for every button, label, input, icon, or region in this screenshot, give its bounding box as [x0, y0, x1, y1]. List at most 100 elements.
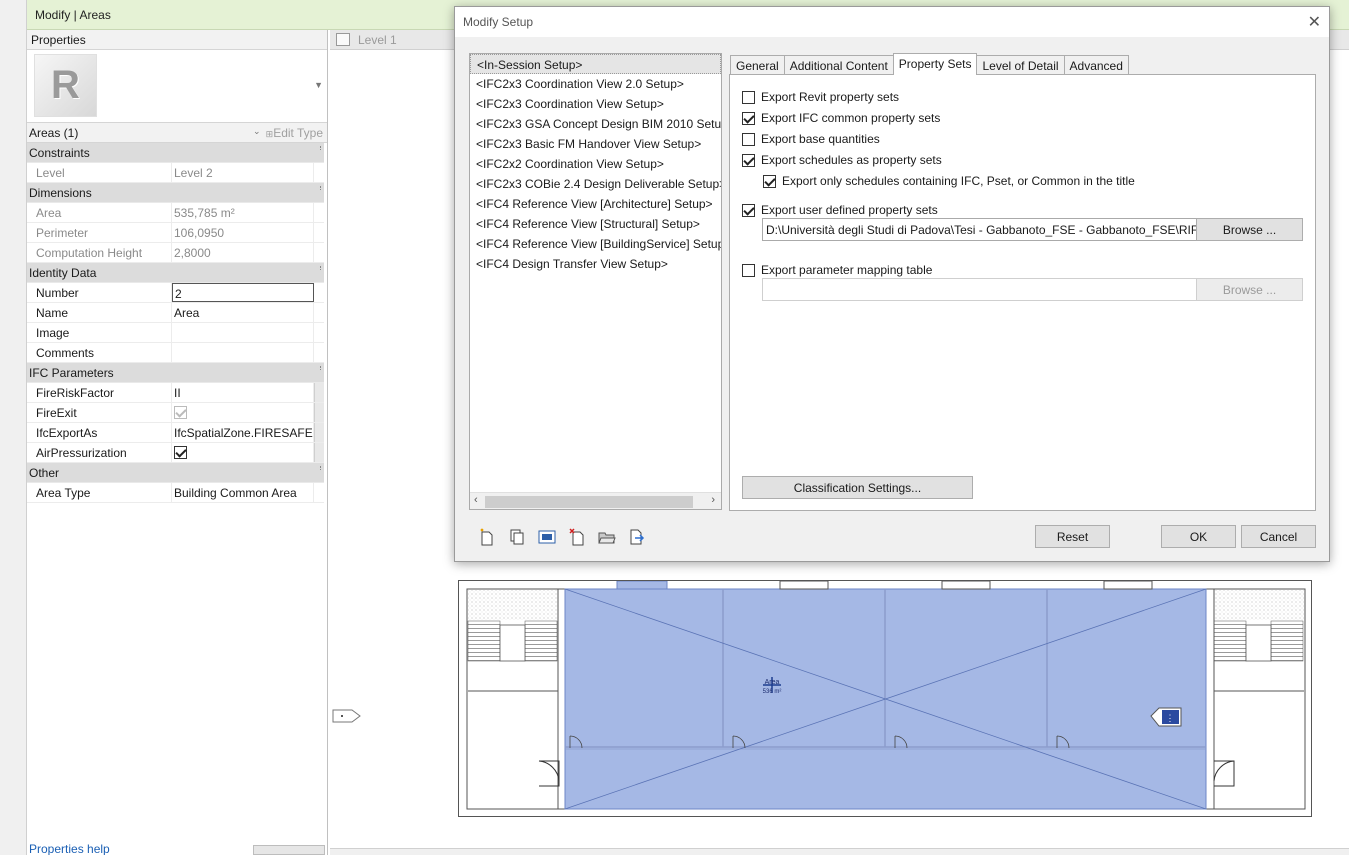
option-export-revit-property-sets[interactable]: Export Revit property sets — [742, 90, 899, 104]
property-name: AirPressurization — [27, 443, 172, 462]
property-value[interactable]: Building Common Area — [172, 483, 314, 502]
property-value[interactable] — [172, 343, 314, 362]
instance-filter-label: Areas (1) — [29, 126, 79, 140]
checkbox[interactable] — [742, 90, 755, 104]
property-row: Image — [27, 323, 324, 343]
dialog-title: Modify Setup — [463, 15, 534, 29]
properties-help-link[interactable]: Properties help — [29, 842, 110, 855]
property-name: Name — [27, 303, 172, 322]
export-setup-icon[interactable] — [627, 528, 647, 546]
setup-list-item[interactable]: <IFC2x3 GSA Concept Design BIM 2010 Setu… — [470, 114, 721, 134]
revit-logo-icon: R — [34, 54, 97, 117]
checkbox[interactable] — [742, 111, 755, 125]
option-export-ifc-common-property-sets[interactable]: Export IFC common property sets — [742, 111, 940, 125]
property-value[interactable]: Area — [172, 303, 314, 322]
delete-setup-icon[interactable] — [567, 528, 587, 546]
setup-list-item[interactable]: <IFC2x3 Basic FM Handover View Setup> — [470, 134, 721, 154]
classification-settings-button[interactable]: Classification Settings... — [742, 476, 973, 499]
checkbox[interactable] — [174, 406, 187, 419]
checkbox[interactable] — [742, 132, 755, 146]
setup-list-item[interactable]: <IFC4 Reference View [Architecture] Setu… — [470, 194, 721, 214]
chevron-down-icon[interactable]: ▼ — [314, 80, 323, 90]
setup-list-item[interactable]: <IFC4 Reference View [Structural] Setup> — [470, 214, 721, 234]
properties-grid: Constraints Level Level 2 Dimensions Area 535… — [27, 143, 324, 503]
setup-list[interactable]: <In-Session Setup> <IFC2x3 Coordination V… — [469, 53, 722, 510]
property-value: Level 2 — [172, 163, 314, 182]
horizontal-scrollbar[interactable]: ‹ › — [470, 492, 721, 509]
property-row: FireRiskFactor II — [27, 383, 324, 403]
option-export-base-quantities[interactable]: Export base quantities — [742, 132, 880, 146]
property-name: FireRiskFactor — [27, 383, 172, 402]
row-scroll-gutter — [314, 343, 324, 362]
option-export-user-defined-property-sets[interactable]: Export user defined property sets — [742, 203, 938, 217]
property-value[interactable]: 2 — [172, 283, 314, 302]
edit-type-button[interactable]: ⊞Edit Type — [266, 126, 323, 140]
type-selector[interactable]: R ▼ — [27, 50, 327, 123]
setup-list-item[interactable]: <IFC2x2 Coordination View Setup> — [470, 154, 721, 174]
checkbox[interactable] — [763, 174, 776, 188]
checkbox[interactable] — [742, 153, 755, 167]
property-row: Area Type Building Common Area — [27, 483, 324, 503]
mapping-table-path-field[interactable] — [762, 278, 1197, 301]
area-tag-area: 536 m² — [763, 689, 782, 695]
row-scroll-gutter — [314, 403, 324, 422]
elevation-marker-icon[interactable] — [332, 706, 362, 726]
row-scroll-gutter — [314, 443, 324, 462]
category-header[interactable]: IFC Parameters — [27, 363, 324, 383]
dialog-titlebar: Modify Setup ✕ — [455, 7, 1329, 37]
property-row: Computation Height 2,8000 — [27, 243, 324, 263]
option-export-schedules[interactable]: Export schedules as property sets — [742, 153, 942, 167]
category-header[interactable]: Identity Data — [27, 263, 324, 283]
scrollbar-thumb[interactable] — [485, 496, 693, 508]
tab-additional-content[interactable]: Additional Content — [783, 55, 894, 75]
property-name: Computation Height — [27, 243, 172, 262]
category-header[interactable]: Other — [27, 463, 324, 483]
property-value[interactable]: II — [172, 383, 314, 402]
ok-button[interactable]: OK — [1161, 525, 1236, 548]
setup-list-item[interactable]: <IFC4 Reference View [BuildingService] S… — [470, 234, 721, 254]
setup-list-item[interactable]: <IFC2x3 Coordination View 2.0 Setup> — [470, 74, 721, 94]
setup-list-item[interactable]: <IFC4 Design Transfer View Setup> — [470, 254, 721, 274]
tab-advanced[interactable]: Advanced — [1063, 55, 1129, 75]
new-setup-icon[interactable] — [477, 528, 497, 546]
browse-user-defined-button[interactable]: Browse ... — [1196, 218, 1303, 241]
view-tab-level-1[interactable]: Level 1 — [330, 30, 460, 50]
row-scroll-gutter — [314, 383, 324, 402]
checkbox[interactable] — [742, 203, 755, 217]
tab-general[interactable]: General — [730, 55, 785, 75]
apply-button[interactable] — [253, 845, 325, 855]
option-export-parameter-mapping-table[interactable]: Export parameter mapping table — [742, 263, 932, 277]
property-value[interactable] — [172, 443, 314, 462]
rename-setup-icon[interactable] — [537, 528, 557, 546]
tab-level-of-detail[interactable]: Level of Detail — [976, 55, 1065, 75]
chevron-down-icon[interactable]: ⌄ — [253, 126, 261, 137]
setup-list-item[interactable]: <In-Session Setup> — [470, 54, 721, 74]
property-value[interactable]: IfcSpatialZone.FIRESAFETY — [172, 423, 314, 442]
reset-button[interactable]: Reset — [1035, 525, 1110, 548]
checkbox[interactable] — [174, 446, 187, 459]
instance-filter[interactable]: Areas (1) ⌄ ⊞Edit Type — [27, 123, 327, 143]
duplicate-setup-icon[interactable] — [507, 528, 527, 546]
scroll-left-icon[interactable]: ‹ — [474, 494, 478, 506]
checkbox[interactable] — [742, 263, 755, 277]
category-header[interactable]: Constraints — [27, 143, 324, 163]
setup-list-item[interactable]: <IFC2x3 Coordination View Setup> — [470, 94, 721, 114]
option-export-only-schedules-containing[interactable]: Export only schedules containing IFC, Ps… — [763, 174, 1135, 188]
left-strip — [0, 0, 27, 855]
tab-property-sets[interactable]: Property Sets — [892, 53, 978, 75]
cancel-button[interactable]: Cancel — [1241, 525, 1316, 548]
user-defined-path-field[interactable]: D:\Università degli Studi di Padova\Tesi… — [762, 218, 1197, 241]
scroll-right-icon[interactable]: › — [711, 494, 715, 506]
close-icon[interactable]: ✕ — [1308, 12, 1321, 32]
property-row: IfcExportAs IfcSpatialZone.FIRESAFETY — [27, 423, 324, 443]
category-header[interactable]: Dimensions — [27, 183, 324, 203]
import-setup-icon[interactable] — [597, 528, 617, 546]
property-name: Level — [27, 163, 172, 182]
browse-mapping-table-button[interactable]: Browse ... — [1196, 278, 1303, 301]
property-row: Name Area — [27, 303, 324, 323]
setup-list-item[interactable]: <IFC2x3 COBie 2.4 Design Deliverable Set… — [470, 174, 721, 194]
property-value[interactable] — [172, 403, 314, 422]
setup-toolbar — [477, 528, 647, 546]
properties-footer: Properties help — [27, 842, 327, 855]
property-value[interactable] — [172, 323, 314, 342]
